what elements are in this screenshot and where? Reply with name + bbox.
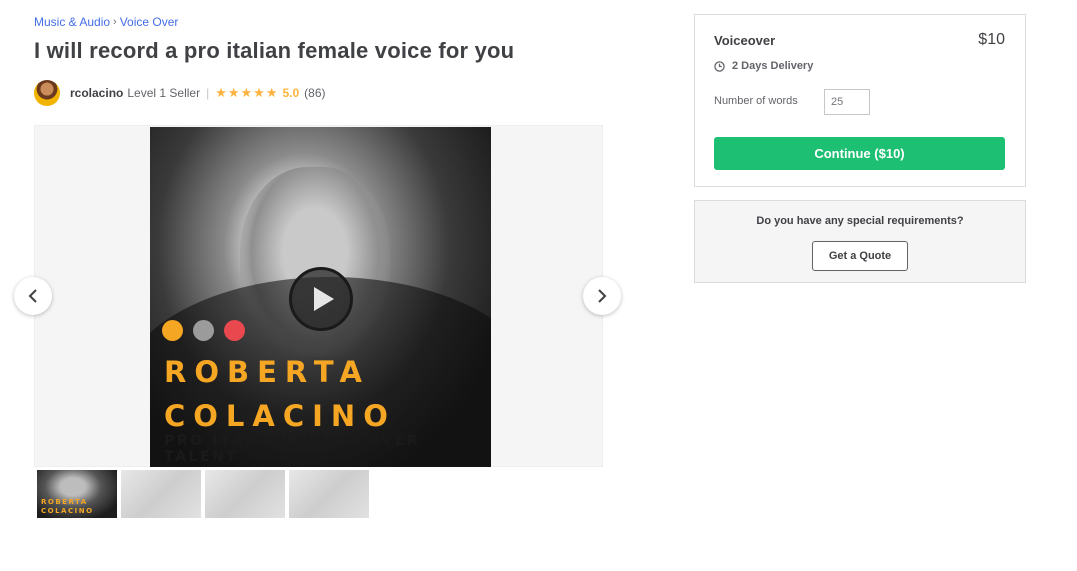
seller-name-link[interactable]: rcolacino <box>70 86 123 100</box>
package-box: Voiceover $10 2 Days Delivery Number of … <box>694 14 1026 187</box>
gig-gallery: ROBERTA COLACINO PRO ITALIAN VOICE OVER … <box>34 125 603 467</box>
orange-dot <box>162 320 183 341</box>
review-count-link[interactable]: (86) <box>304 86 325 100</box>
chevron-left-icon <box>28 289 37 303</box>
thumbnail-text-line1: ROBERTA <box>41 498 88 506</box>
seller-divider: | <box>206 86 210 100</box>
play-icon <box>313 287 334 311</box>
gallery-slide-video[interactable]: ROBERTA COLACINO PRO ITALIAN VOICE OVER … <box>150 127 491 467</box>
delivery-info: 2 Days Delivery <box>714 60 813 72</box>
clock-icon <box>714 60 725 72</box>
decorative-dots <box>162 320 245 341</box>
gallery-next-button[interactable] <box>583 277 621 315</box>
play-button[interactable] <box>289 267 353 331</box>
seller-avatar[interactable] <box>34 80 60 106</box>
rating-score: 5.0 <box>282 86 300 100</box>
quote-box: Do you have any special requirements? Ge… <box>694 200 1026 283</box>
quote-question: Do you have any special requirements? <box>756 215 964 227</box>
thumbnail-1[interactable]: ROBERTA COLACINO <box>37 470 117 518</box>
gallery-thumbnails: ROBERTA COLACINO <box>37 470 369 518</box>
gallery-prev-button[interactable] <box>14 277 52 315</box>
slide-name-line1: ROBERTA <box>164 355 370 389</box>
breadcrumb: Music & Audio › Voice Over <box>34 15 178 29</box>
red-dot <box>224 320 245 341</box>
words-label: Number of words <box>714 95 798 107</box>
get-quote-button[interactable]: Get a Quote <box>812 241 908 271</box>
seller-level: Level 1 Seller <box>127 86 201 100</box>
chevron-right-icon <box>598 289 607 303</box>
seller-overview: rcolacino Level 1 Seller | ★★★★★ 5.0 (86… <box>34 80 326 106</box>
gray-dot <box>193 320 214 341</box>
package-price: $10 <box>978 31 1005 48</box>
continue-button[interactable]: Continue ($10) <box>714 137 1005 170</box>
words-input[interactable] <box>824 89 870 115</box>
thumbnail-3[interactable] <box>205 470 285 518</box>
thumbnail-4[interactable] <box>289 470 369 518</box>
thumbnail-text-line2: COLACINO <box>41 507 94 515</box>
delivery-text: 2 Days Delivery <box>732 60 814 72</box>
star-rating-icon: ★★★★★ <box>215 85 279 100</box>
breadcrumb-category-link[interactable]: Music & Audio <box>34 15 110 29</box>
gig-title: I will record a pro italian female voice… <box>34 38 515 63</box>
breadcrumb-separator: › <box>113 16 117 28</box>
package-title: Voiceover <box>714 33 776 48</box>
slide-tagline: PRO ITALIAN VOICE OVER TALENT <box>164 433 421 465</box>
thumbnail-2[interactable] <box>121 470 201 518</box>
breadcrumb-subcategory-link[interactable]: Voice Over <box>120 15 179 29</box>
slide-name-line2: COLACINO <box>164 399 396 433</box>
